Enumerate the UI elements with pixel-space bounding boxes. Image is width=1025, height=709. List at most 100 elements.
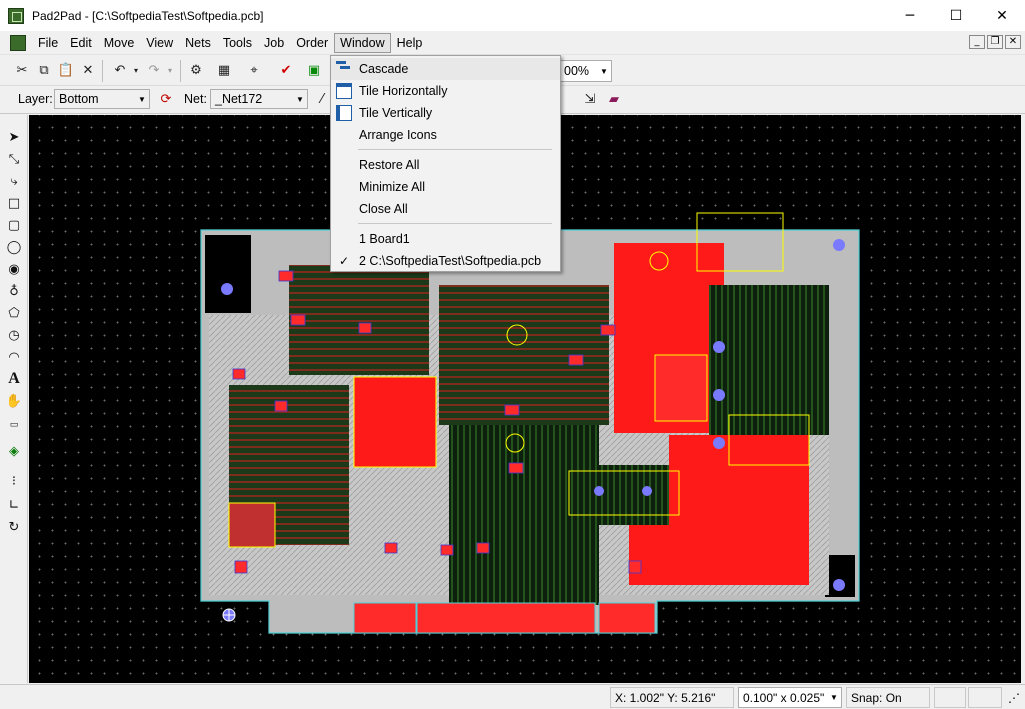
tile-horizontal-icon xyxy=(336,83,352,99)
menu-arrange-icons[interactable]: Arrange Icons xyxy=(331,124,560,146)
net-value: _Net172 xyxy=(215,92,263,106)
menu-file[interactable]: File xyxy=(32,33,64,53)
text-icon[interactable]: A xyxy=(4,369,24,389)
mdi-close-button[interactable]: ✕ xyxy=(1005,35,1021,49)
coordinates-readout: X: 1.002" Y: 5.216" xyxy=(610,687,734,708)
undo-dropdown-icon[interactable]: ▾ xyxy=(126,60,146,80)
document-icon[interactable] xyxy=(10,34,26,51)
snap-status[interactable]: Snap: On xyxy=(846,687,930,708)
grid-select-icon[interactable]: ⁝ xyxy=(4,471,24,491)
highlight-icon[interactable]: ⇲ xyxy=(580,89,600,109)
menu-window-1[interactable]: 1 Board1 xyxy=(331,228,560,250)
menu-tile-vertically[interactable]: Tile Vertically xyxy=(331,102,560,124)
chevron-down-icon: ▼ xyxy=(600,66,608,76)
library-icon[interactable]: ▰ xyxy=(604,89,624,109)
menu-nets[interactable]: Nets xyxy=(179,33,217,53)
menu-tile-vertically-label: Tile Vertically xyxy=(359,106,433,120)
measure-icon[interactable]: ▦ xyxy=(214,60,234,80)
component-place-icon[interactable]: ♁ xyxy=(4,281,24,301)
trace-area-mid xyxy=(569,465,669,525)
rotate-icon[interactable]: ↻ xyxy=(4,517,24,537)
grid-value: 0.100" x 0.025" xyxy=(743,690,825,705)
net-select[interactable]: _Net172 ▼ xyxy=(210,89,308,109)
menu-minimize-all[interactable]: Minimize All xyxy=(331,176,560,198)
check-icon: ✓ xyxy=(339,254,350,268)
ellipse-icon[interactable]: ◯ xyxy=(4,237,24,257)
menu-window-2[interactable]: ✓ 2 C:\SoftpediaTest\Softpedia.pcb xyxy=(331,250,560,272)
maximize-button[interactable]: ☐ xyxy=(933,0,979,31)
status-cell-empty-1 xyxy=(934,687,966,708)
grid-select[interactable]: 0.100" x 0.025" ▼ xyxy=(738,687,842,708)
menu-minimize-all-label: Minimize All xyxy=(359,180,425,194)
rectangle-icon[interactable]: □ xyxy=(4,193,24,213)
menu-restore-all[interactable]: Restore All xyxy=(331,154,560,176)
clock-icon[interactable]: ◷ xyxy=(4,325,24,345)
chevron-down-icon: ▼ xyxy=(296,94,304,104)
properties-icon[interactable]: ⚙ xyxy=(186,60,206,80)
pan-hand-icon[interactable]: ✋ xyxy=(4,391,24,411)
edge-connector-3 xyxy=(598,602,656,634)
board-cutout-left xyxy=(205,235,251,313)
redo-dropdown-icon[interactable]: ▾ xyxy=(160,60,180,80)
angle-icon[interactable]: ∟ xyxy=(4,495,24,515)
menu-close-all[interactable]: Close All xyxy=(331,198,560,220)
mount-hole-br xyxy=(833,579,845,591)
menu-separator xyxy=(358,223,552,224)
menu-edit[interactable]: Edit xyxy=(64,33,98,53)
mount-hole-tl xyxy=(221,283,233,295)
wire-icon[interactable]: ⤷ xyxy=(4,171,24,191)
align-icon[interactable]: ⌖ xyxy=(244,60,264,80)
net-label: Net: xyxy=(184,92,207,106)
layers-icon[interactable]: ◈ xyxy=(4,441,24,461)
menu-job[interactable]: Job xyxy=(258,33,290,53)
menu-restore-all-label: Restore All xyxy=(359,158,420,172)
menu-window[interactable]: Window xyxy=(334,32,391,53)
route-icon[interactable]: ⁄ xyxy=(312,89,332,109)
component-icon[interactable]: ▣ xyxy=(304,60,324,80)
mdi-restore-button[interactable]: ❐ xyxy=(987,35,1003,49)
menu-cascade-label: Cascade xyxy=(359,62,409,76)
window-menu-dropdown: Cascade Tile Horizontally Tile Verticall… xyxy=(330,55,561,272)
menu-tools[interactable]: Tools xyxy=(217,33,258,53)
menu-move[interactable]: Move xyxy=(98,33,141,53)
trace-area-top xyxy=(289,265,429,375)
mdi-minimize-button[interactable]: _ xyxy=(969,35,985,49)
chevron-down-icon: ▼ xyxy=(830,693,838,702)
paste-icon[interactable]: 📋 xyxy=(56,60,76,80)
arc-icon[interactable]: ◠ xyxy=(4,347,24,367)
polygon-icon[interactable]: ⬠ xyxy=(4,303,24,323)
select-arrow-icon[interactable]: ➤ xyxy=(4,127,24,147)
cut-icon[interactable]: ✂ xyxy=(12,60,32,80)
crystal-silkscreen xyxy=(228,502,276,548)
menu-order[interactable]: Order xyxy=(290,33,334,53)
via-5 xyxy=(642,486,652,496)
delete-icon[interactable]: ✕ xyxy=(78,60,98,80)
mount-hole-tr xyxy=(833,239,845,251)
check-design-icon[interactable]: ✔ xyxy=(276,60,296,80)
resize-grip-icon[interactable]: ⋰ xyxy=(1004,687,1023,708)
menu-close-all-label: Close All xyxy=(359,202,408,216)
ruler-icon[interactable]: ▭ xyxy=(4,415,24,435)
route-trace-icon[interactable]: ⤡ xyxy=(4,149,24,169)
cascade-icon xyxy=(336,61,352,77)
menu-arrange-icons-label: Arrange Icons xyxy=(359,128,437,142)
trace-area-right xyxy=(709,285,829,435)
menu-view[interactable]: View xyxy=(140,33,179,53)
title-bar: Pad2Pad - [C:\SoftpediaTest\Softpedia.pc… xyxy=(0,0,1025,31)
zoom-select[interactable]: 00% ▼ xyxy=(560,60,612,82)
status-bar: X: 1.002" Y: 5.216" 0.100" x 0.025" ▼ Sn… xyxy=(0,684,1025,709)
menu-help[interactable]: Help xyxy=(391,33,429,53)
via-3 xyxy=(713,437,725,449)
via-icon[interactable]: ◉ xyxy=(4,259,24,279)
refresh-icon[interactable]: ⟳ xyxy=(156,89,176,109)
canvas-edge xyxy=(1021,115,1025,683)
menu-window-1-label: 1 Board1 xyxy=(359,232,410,246)
layer-select[interactable]: Bottom ▼ xyxy=(54,89,150,109)
pad-rect-icon[interactable]: ▢ xyxy=(4,215,24,235)
menu-cascade[interactable]: Cascade xyxy=(331,58,560,80)
menu-tile-horizontally[interactable]: Tile Horizontally xyxy=(331,80,560,102)
copy-icon[interactable]: ⧉ xyxy=(34,60,54,80)
via-2 xyxy=(713,389,725,401)
close-button[interactable]: ✕ xyxy=(979,0,1025,31)
minimize-button[interactable]: ─ xyxy=(887,0,933,31)
